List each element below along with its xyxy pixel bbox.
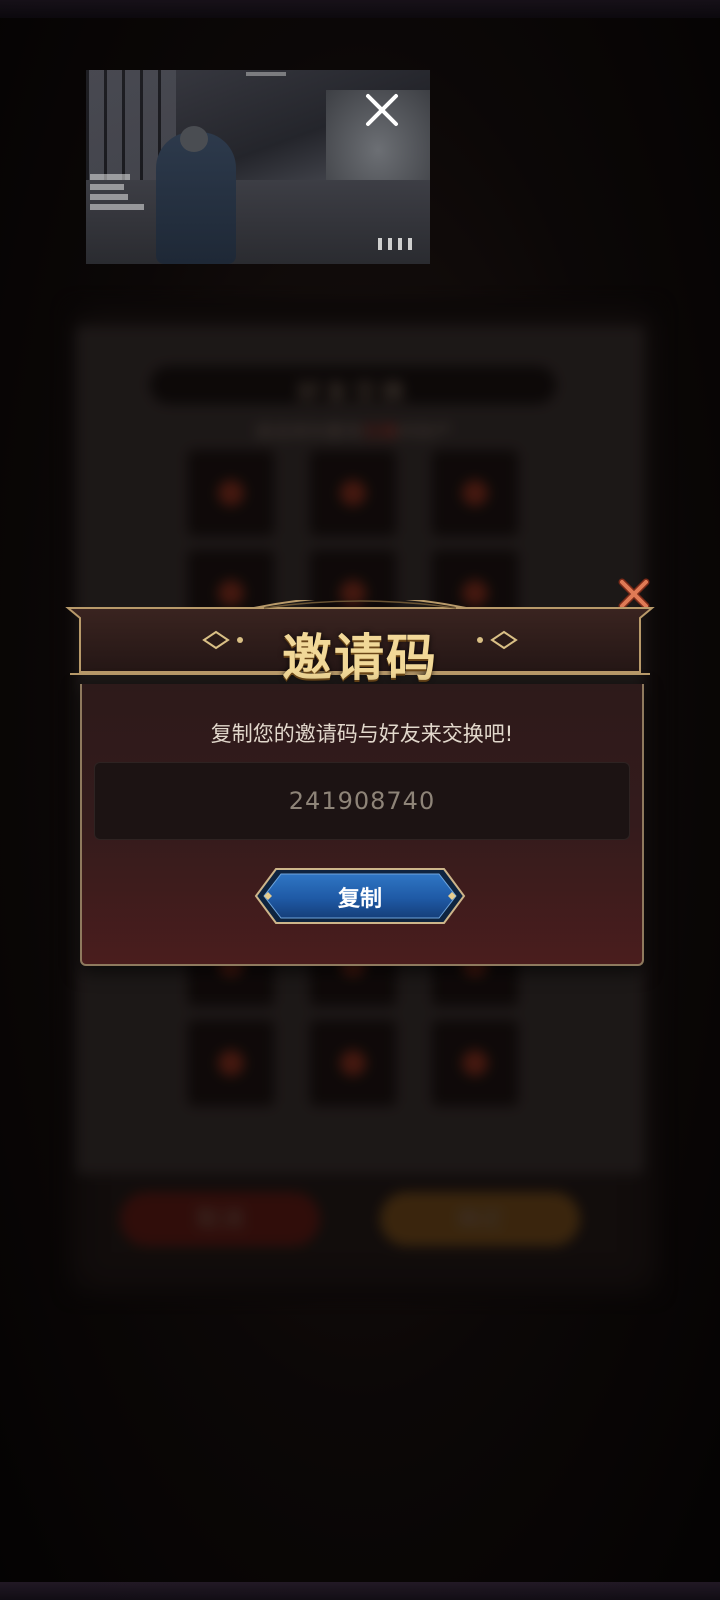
- video-hud-top: [246, 72, 286, 76]
- video-hud-line: [90, 174, 130, 180]
- dialog-title: 邀请码: [282, 628, 438, 687]
- copy-button[interactable]: 复制: [252, 866, 468, 926]
- video-hud-line: [90, 184, 124, 190]
- video-close-button[interactable]: [362, 90, 402, 130]
- video-hud-line: [90, 194, 128, 200]
- video-hud-figure: [408, 238, 412, 250]
- video-hud-figure: [398, 238, 402, 250]
- copy-button-label: 复制: [337, 887, 382, 912]
- video-character-head: [180, 126, 208, 152]
- invite-code-field[interactable]: 241908740: [94, 762, 630, 840]
- close-icon: [366, 94, 398, 126]
- invite-code-value: 241908740: [288, 787, 436, 815]
- video-hud-figure: [388, 238, 392, 250]
- video-hud-line: [90, 204, 144, 210]
- invite-dialog: 复制您的邀请码与好友来交换吧! 241908740 复制: [80, 684, 644, 966]
- bottom-border: [0, 1582, 720, 1600]
- screen: 好友交换 请选择你要用交换的财产 取消 确定 邀请码 复制您的邀请码与好友来交换…: [0, 0, 720, 1600]
- video-floor: [86, 180, 430, 264]
- dialog-description: 复制您的邀请码与好友来交换吧!: [210, 722, 514, 746]
- video-hud-figure: [378, 238, 382, 250]
- dialog-header: 邀请码: [64, 600, 656, 687]
- gameplay-video-thumbnail[interactable]: [86, 70, 430, 264]
